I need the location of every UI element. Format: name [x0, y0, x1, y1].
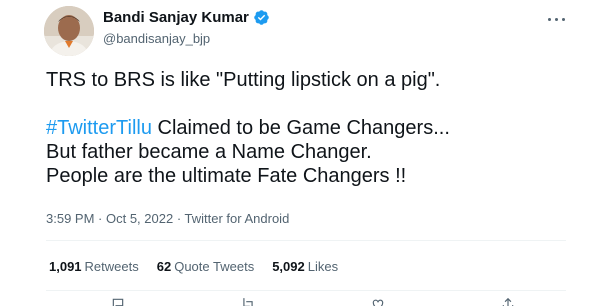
- divider-top: [46, 240, 566, 241]
- hashtag-link[interactable]: #TwitterTillu: [46, 117, 152, 139]
- tweet-text: TRS to BRS is like "Putting lipstick on …: [46, 68, 566, 188]
- likes-count: 5,092: [272, 259, 305, 274]
- share-icon[interactable]: [498, 297, 518, 306]
- like-icon[interactable]: [368, 297, 388, 306]
- avatar[interactable]: [44, 6, 94, 56]
- tweet-source[interactable]: Twitter for Android: [185, 211, 290, 226]
- tweet-line-2: #TwitterTillu Claimed to be Game Changer…: [46, 116, 566, 140]
- tweet-line-3: But father became a Name Changer.: [46, 141, 372, 163]
- retweets-label: Retweets: [84, 259, 139, 274]
- more-options-icon[interactable]: [546, 10, 566, 30]
- quote-tweets-count: 62: [156, 259, 172, 274]
- divider-bottom: [46, 290, 566, 291]
- quote-tweets-label: Quote Tweets: [174, 259, 255, 274]
- tweet-time[interactable]: 3:59 PM: [46, 211, 94, 226]
- author-name-row[interactable]: Bandi Sanjay Kumar: [103, 9, 270, 26]
- retweet-icon[interactable]: [238, 297, 258, 306]
- avatar-image: [44, 6, 94, 56]
- tweet-card: Bandi Sanjay Kumar @bandisanjay_bjp TRS …: [0, 0, 600, 306]
- retweets-count: 1,091: [49, 259, 82, 274]
- likes-stat[interactable]: 5,092 Likes: [272, 259, 338, 274]
- quote-tweets-stat[interactable]: 62 Quote Tweets: [157, 259, 254, 274]
- retweets-stat[interactable]: 1,091 Retweets: [49, 259, 139, 274]
- tweet-line-1: TRS to BRS is like "Putting lipstick on …: [46, 69, 441, 91]
- tweet-line-2-text: Claimed to be Game Changers...: [151, 117, 450, 139]
- likes-label: Likes: [307, 259, 339, 274]
- verified-badge-icon: [253, 9, 270, 26]
- tweet-date[interactable]: Oct 5, 2022: [106, 211, 173, 226]
- meta-separator-2: ·: [173, 211, 185, 226]
- author-handle[interactable]: @bandisanjay_bjp: [103, 31, 210, 46]
- meta-separator: ·: [94, 211, 106, 226]
- tweet-metadata: 3:59 PM · Oct 5, 2022 · Twitter for Andr…: [46, 211, 289, 226]
- tweet-line-4: People are the ultimate Fate Changers !!: [46, 165, 407, 187]
- reply-icon[interactable]: [108, 297, 128, 306]
- action-bar: [46, 296, 566, 306]
- engagement-stats: 1,091 Retweets 62 Quote Tweets 5,092 Likes: [49, 259, 356, 274]
- author-display-name[interactable]: Bandi Sanjay Kumar: [103, 9, 249, 26]
